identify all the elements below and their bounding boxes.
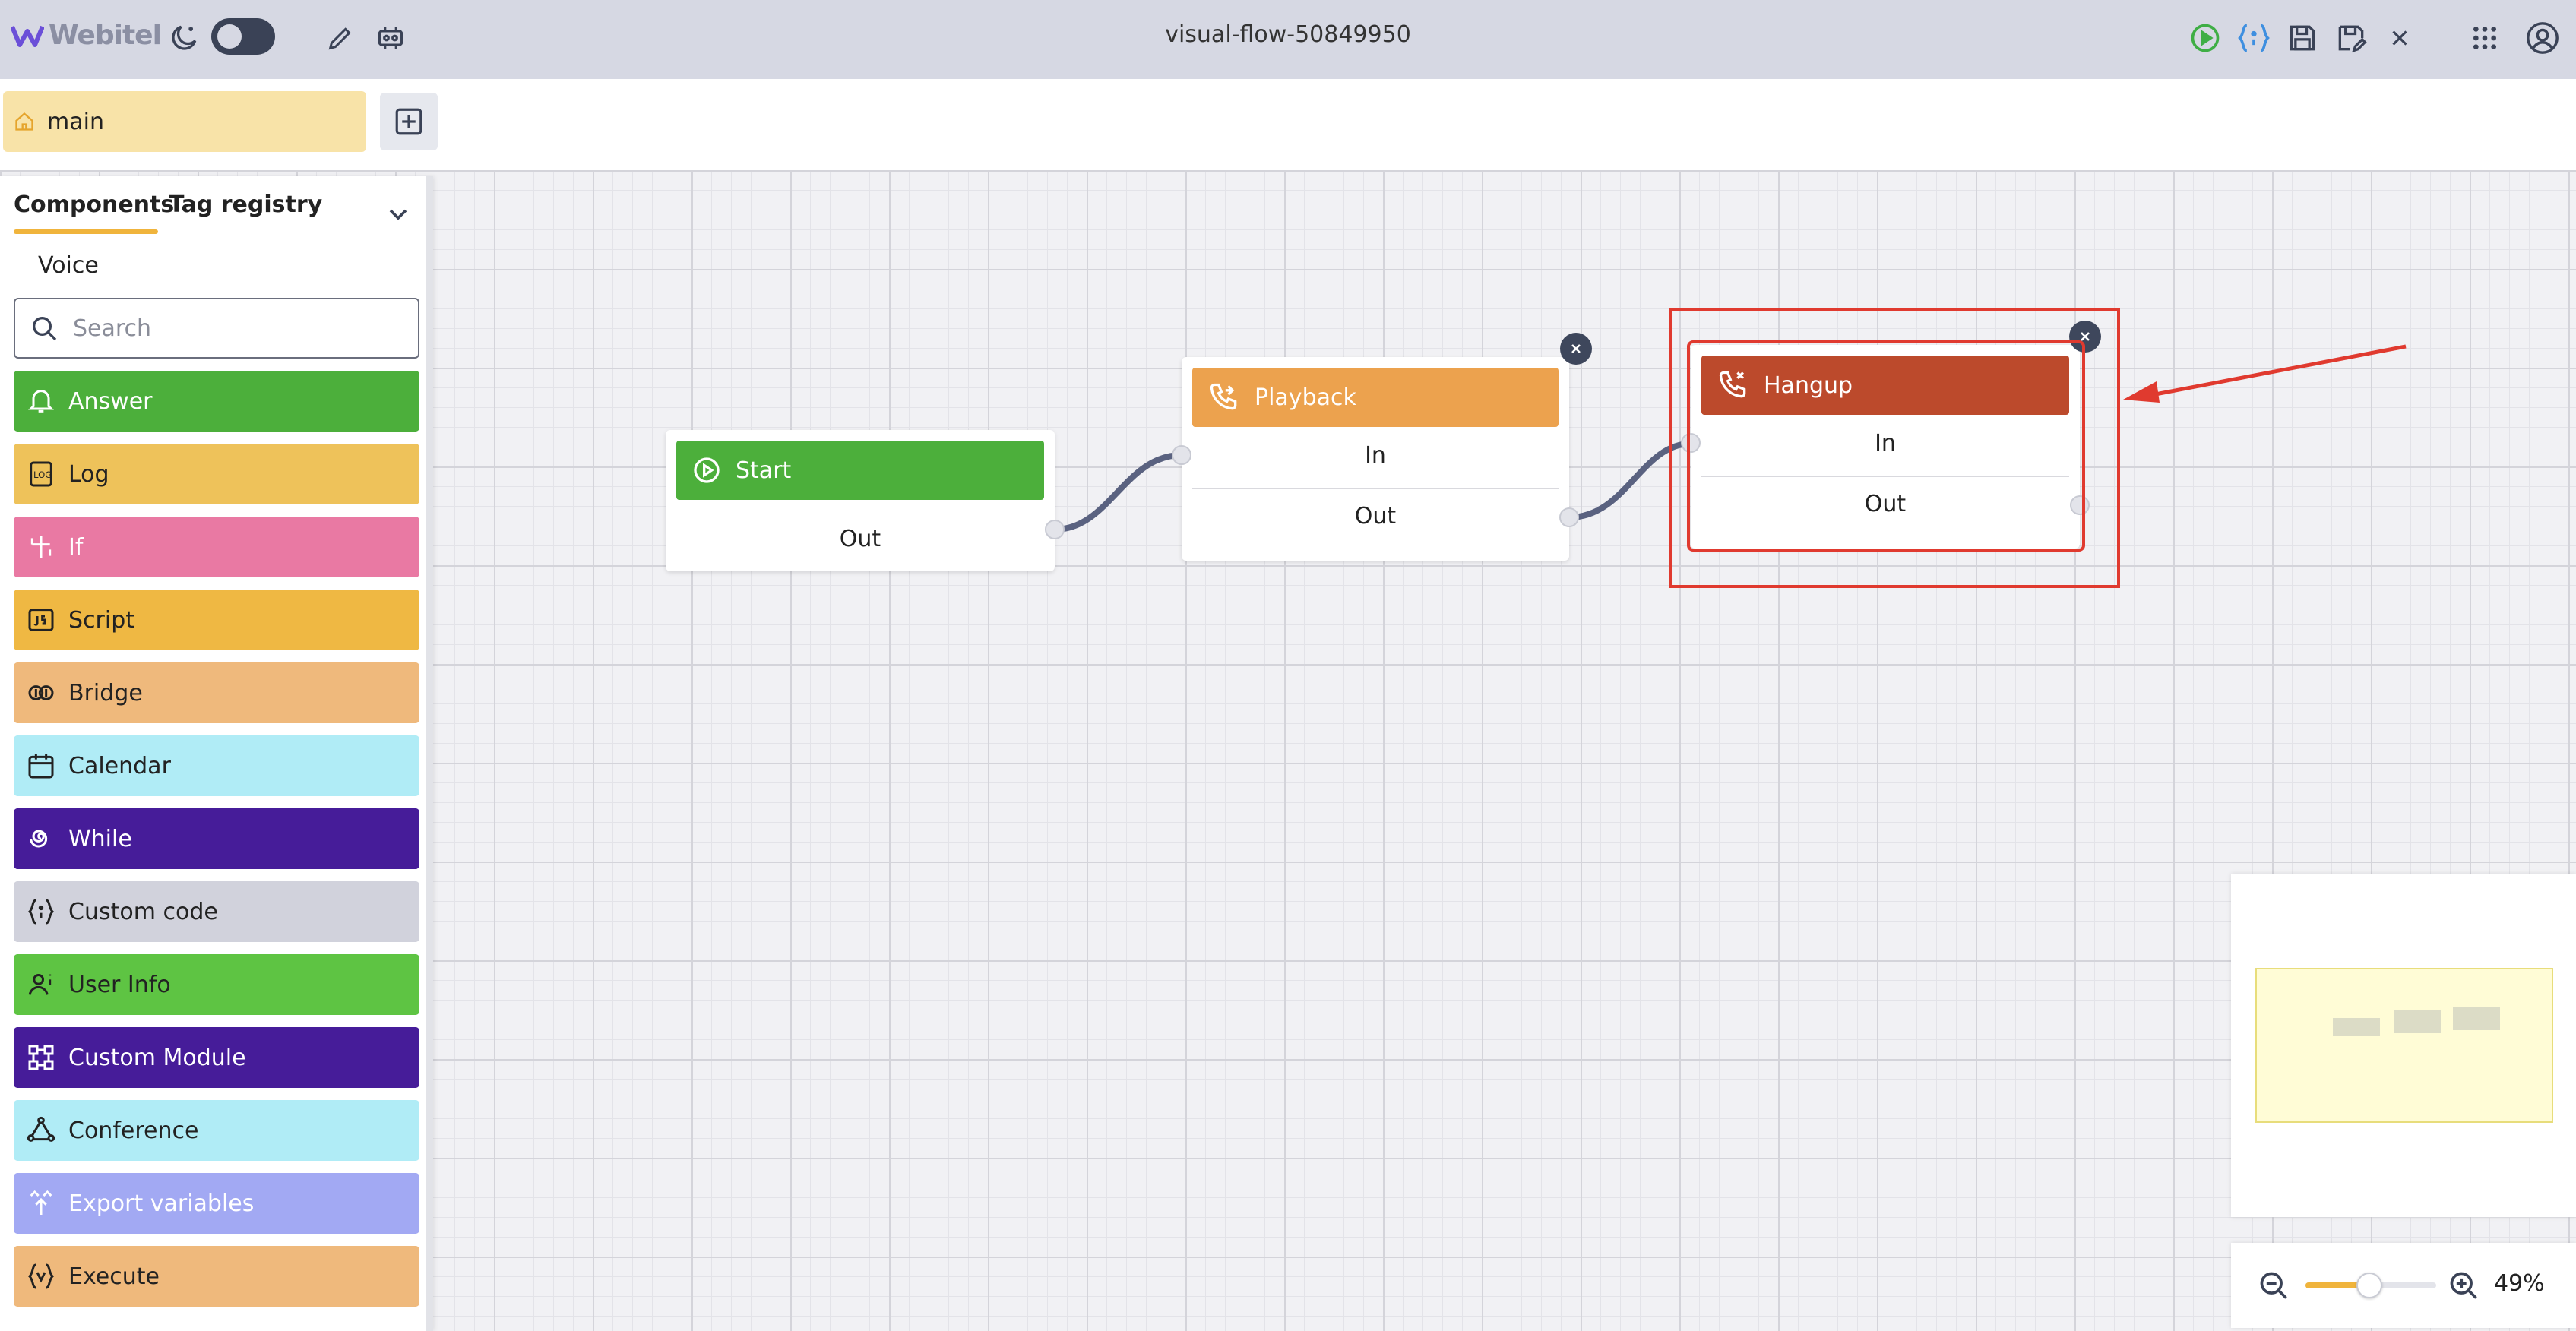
flow-tab-bar: main — [0, 79, 2576, 170]
component-label: Custom code — [68, 898, 218, 925]
component-calendar[interactable]: Calendar — [14, 735, 419, 796]
node-divider — [1192, 488, 1559, 489]
component-label: Conference — [68, 1117, 199, 1144]
braces-icon — [24, 895, 58, 928]
component-while[interactable]: While — [14, 808, 419, 869]
component-answer[interactable]: Answer — [14, 371, 419, 432]
play-circle-icon — [694, 457, 720, 483]
component-list: Answer LOG Log If Script Bridge Calendar While C… — [14, 371, 419, 1319]
account-icon[interactable] — [2521, 17, 2564, 59]
component-label: While — [68, 825, 132, 852]
component-label: Custom Module — [68, 1044, 246, 1071]
tab-main-label: main — [47, 108, 104, 135]
spiral-icon — [24, 822, 58, 855]
node-playback-out-port[interactable] — [1559, 507, 1579, 527]
js-icon — [24, 603, 58, 637]
save-icon[interactable] — [2281, 17, 2324, 59]
node-playback[interactable]: Playback In Out — [1172, 333, 1592, 561]
sidebar-scrollbar[interactable] — [426, 176, 433, 1331]
component-custom-module[interactable]: Custom Module — [14, 1027, 419, 1088]
zoom-in-icon[interactable] — [2447, 1269, 2480, 1305]
node-start-out-port[interactable] — [1045, 520, 1065, 539]
module-icon — [24, 1041, 58, 1074]
annotation-arrow — [2147, 344, 2407, 398]
node-playback-title: Playback — [1255, 384, 1356, 411]
node-playback-header: Playback — [1192, 368, 1559, 427]
conference-icon — [24, 1114, 58, 1147]
close-icon[interactable] — [2378, 17, 2421, 59]
svg-text:LOG: LOG — [33, 469, 52, 480]
branch-icon — [24, 530, 58, 564]
bridge-icon — [24, 676, 58, 710]
tab-main[interactable]: main — [3, 91, 366, 152]
play-icon[interactable] — [2184, 17, 2226, 59]
component-label: If — [68, 533, 84, 561]
wire-start-playback — [1052, 452, 1185, 533]
component-label: Script — [68, 606, 135, 634]
component-bridge[interactable]: Bridge — [14, 662, 419, 723]
component-label: Answer — [68, 387, 153, 415]
bell-icon — [24, 384, 58, 418]
component-log[interactable]: LOG Log — [14, 444, 419, 504]
execute-icon — [24, 1260, 58, 1293]
node-start[interactable]: Start Out — [666, 430, 1065, 571]
zoom-out-icon[interactable] — [2257, 1269, 2290, 1305]
component-label: Calendar — [68, 752, 171, 779]
add-tab-button[interactable] — [380, 93, 438, 150]
component-if[interactable]: If — [14, 517, 419, 577]
minimap-viewport[interactable] — [2255, 968, 2553, 1123]
tab-tag-registry[interactable]: Tag registry — [169, 191, 322, 218]
user-info-icon — [24, 968, 58, 1001]
component-script[interactable]: Script — [14, 590, 419, 650]
component-label: User Info — [68, 971, 171, 998]
minimap-node — [2333, 1018, 2380, 1036]
component-label: Execute — [68, 1263, 160, 1290]
category-voice[interactable]: Voice — [38, 252, 99, 279]
component-label: Bridge — [68, 679, 143, 707]
node-start-header: Start — [676, 441, 1044, 500]
zoom-percentage: 49% — [2494, 1270, 2545, 1297]
zoom-slider[interactable] — [2305, 1273, 2436, 1298]
export-icon — [24, 1187, 58, 1220]
node-playback-in-port[interactable] — [1172, 445, 1191, 465]
component-label: Log — [68, 460, 109, 488]
search-icon — [33, 317, 57, 341]
component-execute[interactable]: Execute — [14, 1246, 419, 1307]
components-sidebar: Components Tag registry Voice AnswerLOGL… — [0, 176, 433, 1331]
phone-incoming-icon — [1210, 383, 1237, 410]
node-playback-close-button[interactable] — [1560, 333, 1592, 365]
tab-components[interactable]: Components — [14, 191, 174, 218]
close-icon — [1571, 344, 1581, 353]
component-custom-code[interactable]: Custom code — [14, 881, 419, 942]
node-start-out-label: Out — [839, 526, 881, 552]
chevron-down-icon[interactable] — [383, 199, 413, 229]
node-playback-in-label: In — [1365, 442, 1386, 469]
plus-square-icon — [395, 108, 422, 135]
node-start-title: Start — [736, 457, 792, 484]
minimap-node — [2394, 1010, 2441, 1033]
calendar-icon — [24, 749, 58, 782]
save-as-icon[interactable] — [2330, 17, 2372, 59]
code-icon[interactable] — [2233, 17, 2275, 59]
annotation-inner-box — [1687, 340, 2085, 552]
active-tab-indicator — [14, 229, 158, 234]
component-user-info[interactable]: User Info — [14, 954, 419, 1015]
log-icon: LOG — [24, 457, 58, 491]
component-conference[interactable]: Conference — [14, 1100, 419, 1161]
app-header: Webitel visual-flow-50849950 — [0, 0, 2576, 79]
minimap[interactable] — [2231, 874, 2576, 1217]
zoom-slider-handle[interactable] — [2356, 1273, 2382, 1298]
annotation-arrowhead — [2123, 381, 2160, 403]
minimap-node — [2453, 1007, 2500, 1030]
zoom-control: 49% — [2231, 1243, 2576, 1328]
apps-grid-icon[interactable] — [2464, 17, 2506, 59]
search-field[interactable] — [14, 298, 419, 359]
component-label: Export variables — [68, 1190, 255, 1217]
search-input[interactable] — [73, 315, 407, 342]
component-export-variables[interactable]: Export variables — [14, 1173, 419, 1234]
home-icon — [15, 112, 33, 131]
node-playback-out-label: Out — [1354, 503, 1397, 530]
